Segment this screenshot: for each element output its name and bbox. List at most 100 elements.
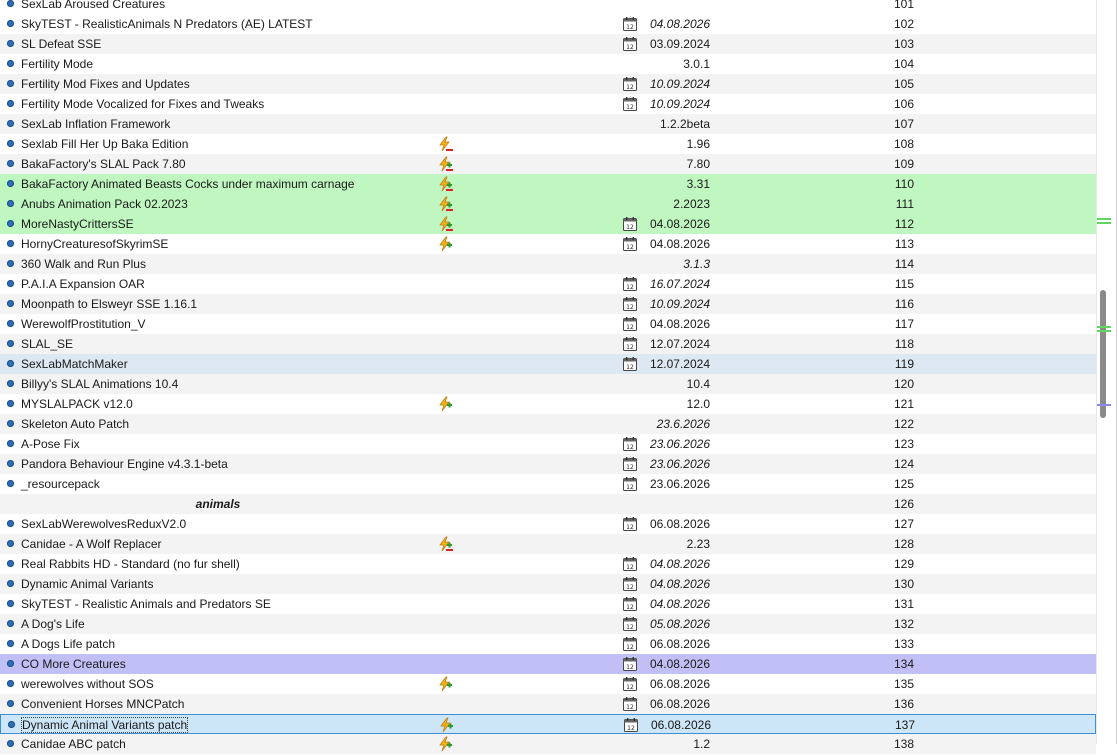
mod-version: 10.4 [686,377,710,391]
mod-status-icon [7,440,14,447]
scroll-marker-purple [1097,404,1111,406]
mod-version: 05.08.2026 [649,617,710,631]
mod-row[interactable]: MYSLALPACK v12.0 12.0 121 [0,394,1096,414]
mod-status-icon [7,20,14,27]
mod-version: 3.1.3 [683,257,710,271]
mod-priority: 136 [893,697,914,711]
mod-name: A Dogs Life patch [21,637,116,651]
mod-name: MoreNastyCrittersSE [21,217,134,231]
mod-name: Moonpath to Elsweyr SSE 1.16.1 [21,297,198,311]
mod-row[interactable]: 360 Walk and Run Plus 3.1.3 114 [0,254,1096,274]
mod-priority: 102 [893,17,914,31]
mod-row[interactable]: SexLabMatchMaker 12 12.07.2024 119 [0,354,1096,374]
mod-row[interactable]: Fertility Mod Fixes and Updates 12 10.09.2… [0,74,1096,94]
mod-row[interactable]: SexLab Inflation Framework 1.2.2beta 107 [0,114,1096,134]
mod-list: SexLab Aroused Creatures 101 SkyTEST - Rea… [0,0,1096,754]
mod-name: BakaFactory Animated Beasts Cocks under … [21,177,355,191]
mod-row[interactable]: P.A.I.A Expansion OAR 12 16.07.2024 115 [0,274,1096,294]
mod-version: 23.06.2026 [649,437,710,451]
mod-status-icon [7,400,14,407]
mod-version: 06.08.2026 [649,637,710,651]
mod-row[interactable]: BakaFactory Animated Beasts Cocks under … [0,174,1096,194]
scroll-marker-green [1097,218,1111,220]
mod-status-icon [7,140,14,147]
mod-version: 23.6.2026 [656,417,710,431]
mod-priority: 110 [894,177,914,191]
mod-version: 04.08.2026 [649,597,710,611]
mod-name: Sexlab Fill Her Up Baka Edition [21,137,189,151]
mod-priority: 125 [893,477,914,491]
mod-priority: 137 [894,718,915,732]
mod-version: 06.08.2026 [649,677,710,691]
mod-version: 7.80 [686,157,710,171]
mod-name: MYSLALPACK v12.0 [21,397,133,411]
mod-row[interactable]: Fertility Mode Vocalized for Fixes and T… [0,94,1096,114]
mod-status-icon [7,540,14,547]
mod-row[interactable]: SkyTEST - RealisticAnimals N Predators (… [0,14,1096,34]
mod-name: A-Pose Fix [21,437,80,451]
mod-status-icon [7,80,14,87]
mod-row[interactable]: Dynamic Animal Variants 12 04.08.2026 130 [0,574,1096,594]
mod-priority: 134 [893,657,914,671]
mod-row[interactable]: Moonpath to Elsweyr SSE 1.16.1 12 10.09.20… [0,294,1096,314]
mod-priority: 122 [893,417,914,431]
mod-row[interactable]: Canidae ABC patch 1.2 138 [0,734,1096,754]
mod-priority: 107 [893,117,914,131]
mod-row[interactable]: BakaFactory's SLAL Pack 7.80 7.80 109 [0,154,1096,174]
mod-row[interactable]: Fertility Mode 3.0.1 104 [0,54,1096,74]
mod-row[interactable]: SL Defeat SSE 12 03.09.2024 103 [0,34,1096,54]
mod-priority: 130 [893,577,914,591]
mod-priority: 101 [893,0,914,11]
mod-row[interactable]: Sexlab Fill Her Up Baka Edition 1.96 108 [0,134,1096,154]
mod-name: P.A.I.A Expansion OAR [21,277,145,291]
mod-version: 03.09.2024 [649,37,710,51]
mod-row[interactable]: SkyTEST - Realistic Animals and Predator… [0,594,1096,614]
mod-name: SL Defeat SSE [21,37,102,51]
mod-status-icon [7,460,14,467]
mod-version: 23.06.2026 [649,457,710,471]
mod-priority: 119 [894,357,914,371]
conflict-plus-icon [437,676,453,692]
mod-priority: 117 [894,317,914,331]
mod-version: 04.08.2026 [649,217,710,231]
mod-version: 06.08.2026 [649,697,710,711]
separator-row[interactable]: animals 126 [0,494,1096,514]
mod-row[interactable]: MoreNastyCrittersSE 12 04.08.2026 112 [0,214,1096,234]
mod-row[interactable]: A-Pose Fix 12 23.06.2026 123 [0,434,1096,454]
mod-name: WerewolfProstitution_V [21,317,146,331]
mod-row[interactable]: A Dogs Life patch 12 06.08.2026 133 [0,634,1096,654]
mod-row[interactable]: werewolves without SOS 12 06.08.2026 135 [0,674,1096,694]
mod-row[interactable]: Convenient Horses MNCPatch 12 06.08.2026 13… [0,694,1096,714]
mod-row[interactable]: Pandora Behaviour Engine v4.3.1-beta 12 23… [0,454,1096,474]
mod-priority: 118 [894,337,914,351]
mod-name: 360 Walk and Run Plus [21,257,146,271]
mod-row[interactable]: A Dog's Life 12 05.08.2026 132 [0,614,1096,634]
mod-priority: 106 [893,97,914,111]
mod-row[interactable]: HornyCreaturesofSkyrimSE 12 04.08.2026 113 [0,234,1096,254]
mod-row[interactable]: Dynamic Animal Variants patch 12 06.08.202… [0,714,1096,734]
mod-name: SkyTEST - RealisticAnimals N Predators (… [21,17,313,31]
mod-version: 1.96 [686,137,710,151]
mod-row[interactable]: SexLab Aroused Creatures 101 [0,0,1096,14]
mod-status-icon [7,60,14,67]
mod-row[interactable]: Real Rabbits HD - Standard (no fur shell… [0,554,1096,574]
mod-status-icon [7,600,14,607]
mod-priority: 114 [894,257,914,271]
mod-row[interactable]: Anubs Animation Pack 02.2023 2.2023 111 [0,194,1096,214]
conflict-plusminus-icon [437,176,453,192]
mod-row[interactable]: CO More Creatures 12 04.08.2026 134 [0,654,1096,674]
mod-row[interactable]: _resourcepack 12 23.06.2026 125 [0,474,1096,494]
mod-priority: 128 [893,537,914,551]
mod-row[interactable]: SLAL_SE 12 12.07.2024 118 [0,334,1096,354]
mod-row[interactable]: SexLabWerewolvesReduxV2.0 12 06.08.2026 127 [0,514,1096,534]
scrollbar-thumb[interactable] [1100,290,1106,418]
mod-name: Canidae ABC patch [21,737,126,751]
mod-row[interactable]: Billyy's SLAL Animations 10.4 10.4 120 [0,374,1096,394]
mod-version: 12.07.2024 [649,357,710,371]
mod-version: 2.2023 [673,197,710,211]
mod-row[interactable]: Canidae - A Wolf Replacer 2.23 128 [0,534,1096,554]
mod-version: 1.2.2beta [659,117,710,131]
mod-row[interactable]: Skeleton Auto Patch 23.6.2026 122 [0,414,1096,434]
mod-row[interactable]: WerewolfProstitution_V 12 04.08.2026 117 [0,314,1096,334]
mod-priority: 123 [893,437,914,451]
